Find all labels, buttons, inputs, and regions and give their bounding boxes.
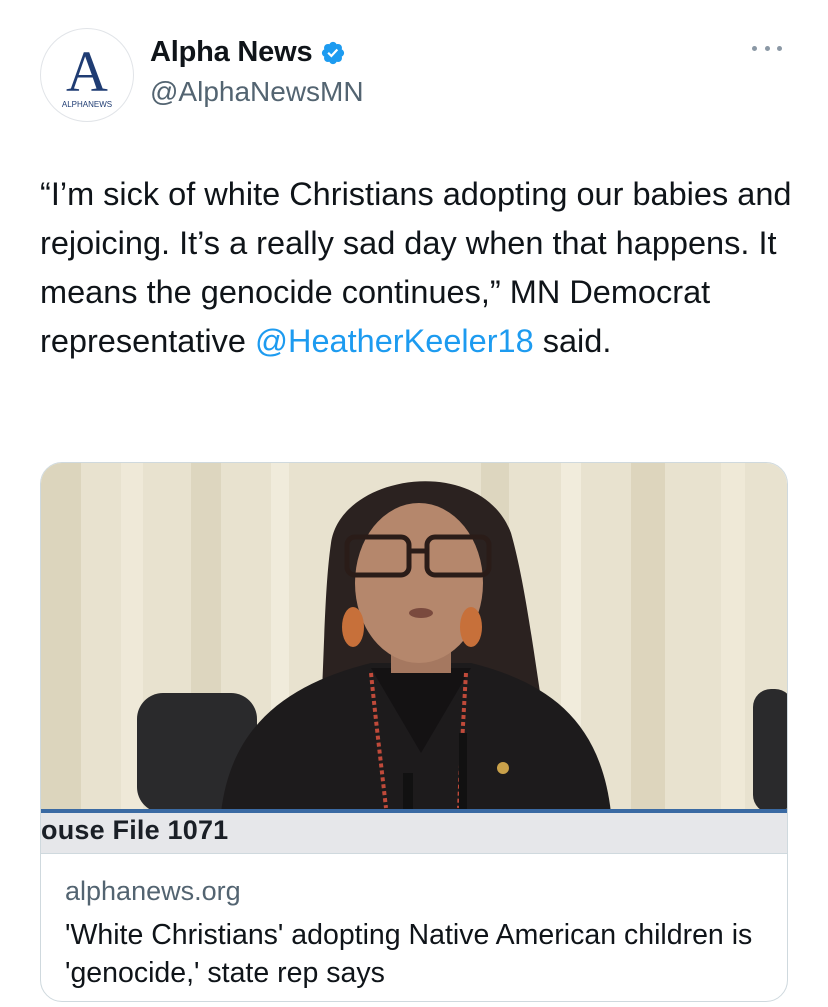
link-preview-card[interactable]: ouse File 1071 alphanews.org 'White Chri… [40,462,788,1002]
avatar[interactable]: A ALPHANEWS [40,28,134,122]
card-image: ouse File 1071 [41,463,787,853]
author-name-row: Alpha News [150,36,346,69]
avatar-letter: A [66,39,108,104]
card-domain: alphanews.org [65,876,241,906]
author-display-name[interactable]: Alpha News [150,36,313,69]
ellipsis-dot [764,45,770,51]
card-photo [41,463,787,853]
avatar-caption: ALPHANEWS [62,100,112,109]
ellipsis-icon[interactable] [752,38,782,58]
card-title: 'White Christians' adopting Native Ameri… [65,919,753,989]
author-handle[interactable]: @AlphaNewsMN [150,76,364,108]
ellipsis-dot [752,45,757,51]
alpha-news-logo: A ALPHANEWS [62,39,112,109]
card-footer: alphanews.org 'White Christians' adoptin… [41,853,787,1001]
image-caption: ouse File 1071 [41,815,229,845]
tweet-text: “I’m sick of white Christians adopting o… [40,170,800,366]
mention-link[interactable]: @HeatherKeeler18 [255,323,534,359]
caption-bar: ouse File 1071 [41,809,787,853]
tweet-text-suffix: said. [533,323,612,359]
ellipsis-dot [777,45,782,51]
verified-badge-icon [322,41,345,64]
